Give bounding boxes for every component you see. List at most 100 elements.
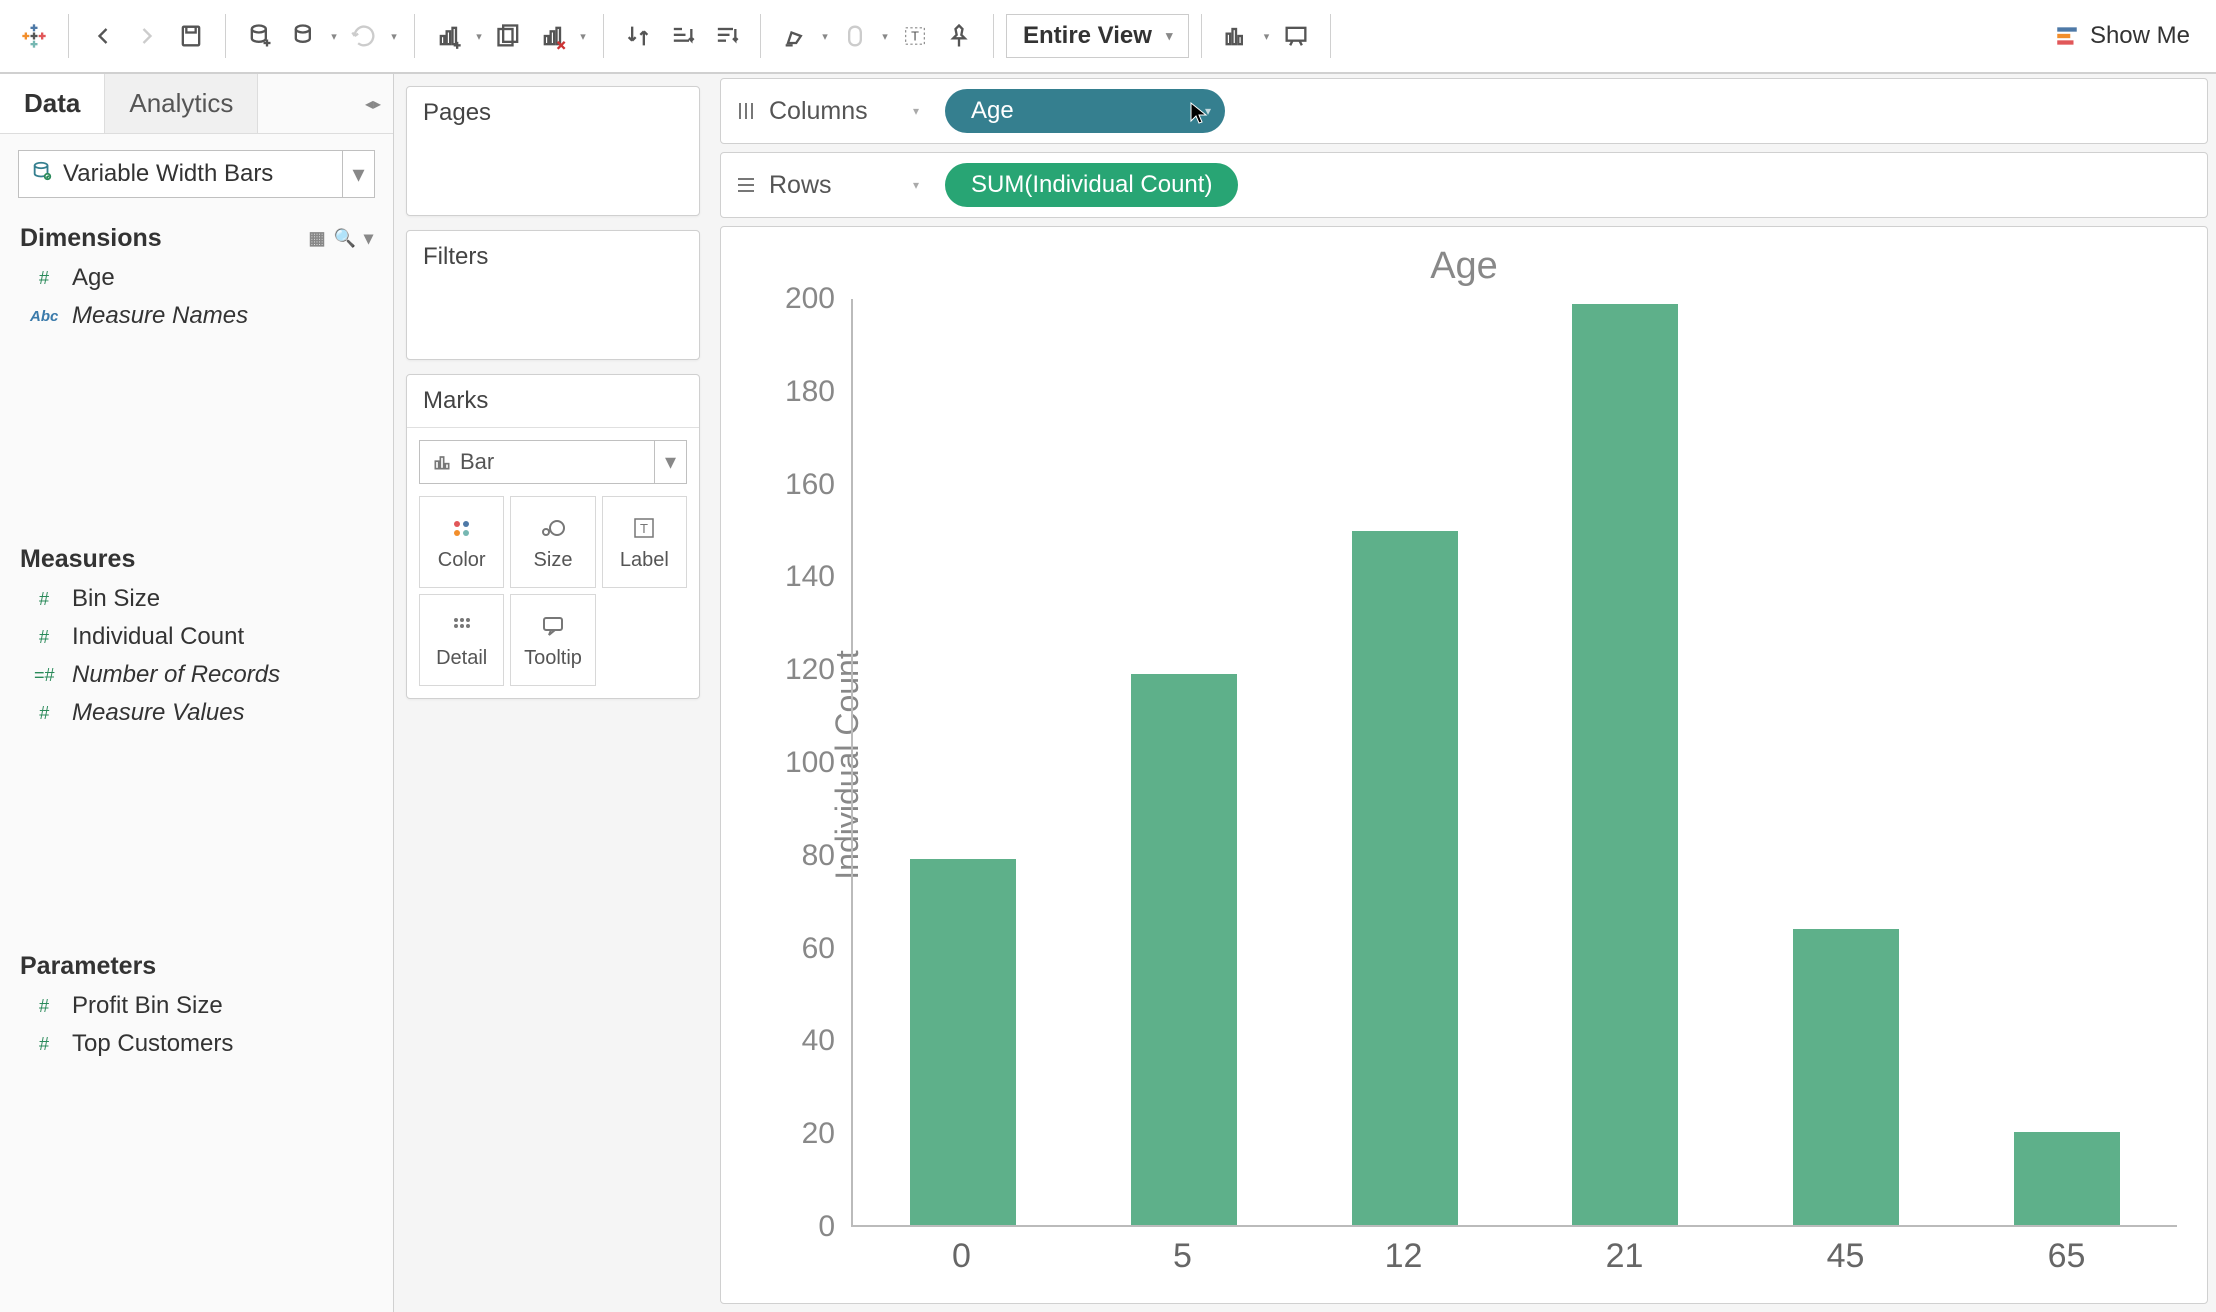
chevron-down-icon[interactable]: ▾ bbox=[913, 178, 919, 192]
detail-icon bbox=[451, 611, 473, 641]
filters-shelf[interactable]: Filters bbox=[406, 230, 700, 360]
chevron-down-icon[interactable]: ▾ bbox=[1205, 104, 1211, 118]
columns-pill-age[interactable]: Age ▾ bbox=[945, 89, 1225, 133]
field-age[interactable]: #Age bbox=[0, 259, 393, 297]
chevron-down-icon[interactable]: ▾ bbox=[342, 151, 374, 197]
new-datasource-button[interactable] bbox=[238, 14, 282, 58]
x-tick: 21 bbox=[1606, 1237, 1644, 1276]
bar[interactable] bbox=[910, 859, 1016, 1225]
pause-updates-button[interactable] bbox=[282, 14, 326, 58]
swap-button[interactable] bbox=[616, 14, 660, 58]
datasource-icon bbox=[31, 160, 53, 189]
view-list-icon[interactable]: ▦ bbox=[309, 228, 326, 249]
new-ws-dropdown-icon[interactable]: ▾ bbox=[471, 30, 487, 43]
tableau-logo-icon[interactable] bbox=[12, 14, 56, 58]
show-me-button[interactable]: Show Me bbox=[2040, 22, 2204, 50]
search-icon[interactable]: 🔍 bbox=[334, 228, 356, 249]
bar[interactable] bbox=[1572, 304, 1678, 1225]
field-bin-size[interactable]: #Bin Size bbox=[0, 580, 393, 618]
field-profit-bin-size[interactable]: #Profit Bin Size bbox=[0, 987, 393, 1025]
bar[interactable] bbox=[1131, 674, 1237, 1225]
refresh-dropdown-icon[interactable]: ▾ bbox=[386, 30, 402, 43]
datasource-selector[interactable]: Variable Width Bars ▾ bbox=[18, 150, 375, 198]
highlight-button[interactable] bbox=[773, 14, 817, 58]
rows-label: Rows bbox=[769, 171, 832, 200]
field-top-customers[interactable]: #Top Customers bbox=[0, 1025, 393, 1063]
x-tick: 5 bbox=[1173, 1237, 1192, 1276]
marks-size[interactable]: Size bbox=[510, 496, 595, 588]
presentation-button[interactable] bbox=[1274, 14, 1318, 58]
sort-asc-button[interactable] bbox=[660, 14, 704, 58]
mark-type-label: Bar bbox=[460, 449, 494, 475]
group-dropdown-icon[interactable]: ▾ bbox=[877, 30, 893, 43]
field-measure-values[interactable]: #Measure Values bbox=[0, 694, 393, 732]
duplicate-sheet-button[interactable] bbox=[487, 14, 531, 58]
bar-icon bbox=[432, 452, 452, 472]
svg-text:T: T bbox=[640, 521, 648, 536]
fit-selector[interactable]: Entire View ▾ bbox=[1006, 14, 1189, 58]
chevron-down-icon[interactable]: ▾ bbox=[654, 441, 686, 483]
measures-header: Measures bbox=[0, 535, 393, 580]
x-tick: 12 bbox=[1385, 1237, 1423, 1276]
back-button[interactable] bbox=[81, 14, 125, 58]
svg-text:T: T bbox=[911, 29, 919, 44]
sort-desc-button[interactable] bbox=[704, 14, 748, 58]
show-cards-button[interactable] bbox=[1214, 14, 1258, 58]
pages-label: Pages bbox=[407, 87, 699, 139]
refresh-button[interactable] bbox=[342, 14, 386, 58]
chart-title: Age bbox=[721, 227, 2207, 292]
cards-dropdown-icon[interactable]: ▾ bbox=[1258, 30, 1274, 43]
y-tick: 60 bbox=[802, 932, 835, 966]
columns-label: Columns bbox=[769, 97, 868, 126]
pin-button[interactable] bbox=[937, 14, 981, 58]
field-measure-names[interactable]: AbcMeasure Names bbox=[0, 297, 393, 335]
labels-button[interactable]: T bbox=[893, 14, 937, 58]
label-icon: T bbox=[633, 513, 655, 543]
new-worksheet-button[interactable] bbox=[427, 14, 471, 58]
marks-color[interactable]: Color bbox=[419, 496, 504, 588]
y-ticks: 020406080100120140160180200 bbox=[773, 299, 843, 1227]
x-tick: 0 bbox=[952, 1237, 971, 1276]
tab-sort-icon[interactable]: ◂▸ bbox=[353, 74, 393, 133]
chart: Age Individual Count 0204060801001201401… bbox=[720, 226, 2208, 1304]
clear-dropdown-icon[interactable]: ▾ bbox=[575, 30, 591, 43]
pause-dropdown-icon[interactable]: ▾ bbox=[326, 30, 342, 43]
x-tick: 45 bbox=[1827, 1237, 1865, 1276]
menu-icon[interactable]: ▾ bbox=[364, 228, 373, 249]
field-number-of-records[interactable]: =#Number of Records bbox=[0, 656, 393, 694]
dimensions-header: Dimensions ▦ 🔍 ▾ bbox=[0, 214, 393, 259]
bar[interactable] bbox=[1793, 929, 1899, 1225]
x-tick: 65 bbox=[2048, 1237, 2086, 1276]
marks-tooltip[interactable]: Tooltip bbox=[510, 594, 595, 686]
clear-sheet-button[interactable] bbox=[531, 14, 575, 58]
field-individual-count[interactable]: #Individual Count bbox=[0, 618, 393, 656]
rows-shelf[interactable]: Rows ▾ SUM(Individual Count) bbox=[720, 152, 2208, 218]
tab-data[interactable]: Data bbox=[0, 74, 105, 133]
toolbar: ▾ ▾ ▾ ▾ ▾ ▾ T Entire View ▾ ▾ Show Me bbox=[0, 0, 2216, 74]
bar[interactable] bbox=[2014, 1132, 2120, 1225]
group-button[interactable] bbox=[833, 14, 877, 58]
save-button[interactable] bbox=[169, 14, 213, 58]
parameters-header: Parameters bbox=[0, 942, 393, 987]
rows-pill-sum-individual-count[interactable]: SUM(Individual Count) bbox=[945, 163, 1238, 207]
marks-card: Marks Bar ▾ Color Size T Label bbox=[406, 374, 700, 699]
pages-shelf[interactable]: Pages bbox=[406, 86, 700, 216]
y-tick: 80 bbox=[802, 839, 835, 873]
shelves-pane: Pages Filters Marks Bar ▾ Color Size bbox=[394, 74, 712, 1312]
highlight-dropdown-icon[interactable]: ▾ bbox=[817, 30, 833, 43]
forward-button[interactable] bbox=[125, 14, 169, 58]
marks-label[interactable]: T Label bbox=[602, 496, 687, 588]
rows-icon bbox=[735, 174, 757, 196]
columns-shelf[interactable]: Columns ▾ Age ▾ bbox=[720, 78, 2208, 144]
mark-type-selector[interactable]: Bar ▾ bbox=[419, 440, 687, 484]
y-tick: 100 bbox=[785, 746, 835, 780]
marks-detail[interactable]: Detail bbox=[419, 594, 504, 686]
tab-analytics[interactable]: Analytics bbox=[105, 74, 258, 133]
filters-label: Filters bbox=[407, 231, 699, 283]
y-tick: 200 bbox=[785, 282, 835, 316]
y-tick: 120 bbox=[785, 653, 835, 687]
chevron-down-icon[interactable]: ▾ bbox=[913, 104, 919, 118]
y-tick: 180 bbox=[785, 375, 835, 409]
bar[interactable] bbox=[1352, 531, 1458, 1226]
y-tick: 0 bbox=[818, 1210, 835, 1244]
